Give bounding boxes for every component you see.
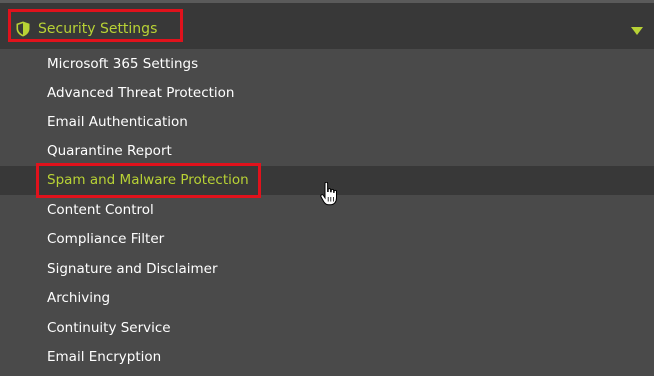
menu-item-signature-and-disclaimer[interactable]: Signature and Disclaimer	[0, 255, 654, 284]
chevron-down-icon[interactable]	[631, 27, 643, 35]
security-settings-panel: Security Settings Microsoft 365 Settings…	[0, 0, 654, 376]
hand-pointer-icon	[320, 182, 337, 206]
menu-item-quarantine-report[interactable]: Quarantine Report	[0, 137, 654, 166]
menu-item-label: Archiving	[47, 290, 111, 306]
menu-item-email-encryption[interactable]: Email Encryption	[0, 343, 654, 372]
menu-item-label: Email Encryption	[47, 349, 162, 365]
active-item-highlight-box	[36, 163, 261, 198]
menu-item-email-authentication[interactable]: Email Authentication	[0, 108, 654, 137]
menu-item-microsoft-365-settings[interactable]: Microsoft 365 Settings	[0, 50, 654, 79]
menu-item-label: Content Control	[47, 202, 154, 218]
menu-item-compliance-filter[interactable]: Compliance Filter	[0, 225, 654, 254]
menu-item-label: Continuity Service	[47, 320, 171, 336]
menu-item-archiving[interactable]: Archiving	[0, 284, 654, 313]
menu-item-continuity-service[interactable]: Continuity Service	[0, 314, 654, 343]
menu-item-label: Signature and Disclaimer	[47, 261, 218, 277]
menu-item-label: Compliance Filter	[47, 231, 165, 247]
header-highlight-box	[8, 9, 183, 42]
menu-item-label: Email Authentication	[47, 114, 188, 130]
menu-item-advanced-threat-protection[interactable]: Advanced Threat Protection	[0, 79, 654, 108]
menu-item-label: Advanced Threat Protection	[47, 85, 235, 101]
menu-item-label: Microsoft 365 Settings	[47, 56, 199, 72]
menu-item-label: Quarantine Report	[47, 143, 172, 159]
